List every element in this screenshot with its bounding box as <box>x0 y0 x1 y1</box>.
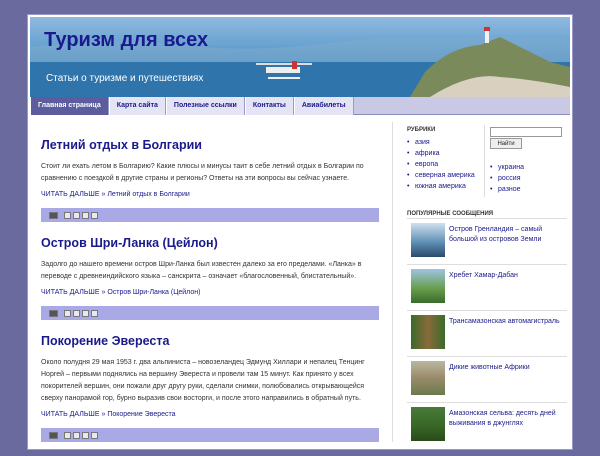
popular-posts-title: ПОПУЛЯРНЫЕ СООБЩЕНИЯ <box>407 211 494 217</box>
read-more-title: Покорение Эвереста <box>107 411 176 418</box>
read-more-title: Летний отдых в Болгарии <box>107 191 190 198</box>
categories-list-left: азия африка европа северная америка южна… <box>407 137 487 192</box>
email-icon[interactable] <box>49 211 58 219</box>
nav-item-home[interactable]: Главная страница <box>30 97 109 115</box>
category-link[interactable]: северная америка <box>407 170 487 181</box>
facebook-share-icon[interactable] <box>82 211 89 219</box>
facebook-share-icon[interactable] <box>82 309 89 317</box>
categories-widget: РУБРИКИ азия африка европа северная амер… <box>407 127 487 192</box>
search-button[interactable]: Найти <box>490 138 522 149</box>
sidebar-column-divider <box>484 125 485 197</box>
email-icon[interactable] <box>49 431 58 439</box>
category-link[interactable]: южная америка <box>407 181 487 192</box>
popular-post-item[interactable]: Амазонская сельва: десять дней выживания… <box>407 402 567 448</box>
popular-post-thumbnail[interactable] <box>411 407 445 441</box>
category-link[interactable]: украина <box>490 162 560 173</box>
pinterest-share-icon[interactable] <box>91 431 98 439</box>
share-bar <box>41 208 379 222</box>
blog-share-icon[interactable] <box>64 309 71 317</box>
site-title[interactable]: Туризм для всех <box>44 29 208 52</box>
read-more-label: ЧИТАТЬ ДАЛЬШЕ » <box>41 289 106 296</box>
category-link[interactable]: азия <box>407 137 487 148</box>
category-link[interactable]: европа <box>407 159 487 170</box>
post-body: Стоит ли ехать летом в Болгарию? Какие п… <box>41 163 364 182</box>
read-more-label: ЧИТАТЬ ДАЛЬШЕ » <box>41 411 106 418</box>
popular-post-item[interactable]: Дикие животные Африки <box>407 356 567 402</box>
popular-post-item[interactable]: Остров Гренландия – самый большой из ост… <box>407 218 567 264</box>
popular-post-thumbnail[interactable] <box>411 223 445 257</box>
categories-list-right: украина россия разное <box>490 162 560 195</box>
read-more-label: ЧИТАТЬ ДАЛЬШЕ » <box>41 191 106 198</box>
post-body: Задолго до нашего времени остров Шри-Лан… <box>41 261 362 280</box>
popular-post-link[interactable]: Трансамазонская автомагистраль <box>449 313 560 356</box>
pinterest-share-icon[interactable] <box>91 211 98 219</box>
post: Летний отдых в Болгарии Стоит ли ехать л… <box>41 138 381 222</box>
nav-item-contacts[interactable]: Контакты <box>244 97 294 115</box>
popular-post-thumbnail[interactable] <box>411 361 445 395</box>
popular-post-link[interactable]: Амазонская сельва: десять дней выживания… <box>449 405 567 448</box>
popular-posts-list: Остров Гренландия – самый большой из ост… <box>407 218 567 448</box>
main-content: Летний отдых в Болгарии Стоит ли ехать л… <box>41 138 381 456</box>
email-icon[interactable] <box>49 309 58 317</box>
read-more-link[interactable]: ЧИТАТЬ ДАЛЬШЕ » Покорение Эвереста <box>41 411 381 418</box>
popular-post-item[interactable]: Трансамазонская автомагистраль <box>407 310 567 356</box>
post-title[interactable]: Покорение Эвереста <box>41 334 381 348</box>
category-link[interactable]: россия <box>490 173 560 184</box>
nav-item-sitemap[interactable]: Карта сайта <box>108 97 166 115</box>
post-body: Около полудня 29 мая 1953 г. два альпини… <box>41 359 365 402</box>
sidebar-divider <box>392 122 393 442</box>
popular-post-thumbnail[interactable] <box>411 315 445 349</box>
post-title[interactable]: Остров Шри-Ланка (Цейлон) <box>41 236 381 250</box>
twitter-share-icon[interactable] <box>73 309 80 317</box>
category-link[interactable]: разное <box>490 184 560 195</box>
share-bar <box>41 306 379 320</box>
nav-item-links[interactable]: Полезные ссылки <box>165 97 245 115</box>
popular-post-thumbnail[interactable] <box>411 269 445 303</box>
blog-share-icon[interactable] <box>64 431 71 439</box>
site-description: Статьи о туризме и путешествиях <box>46 73 204 84</box>
category-link[interactable]: африка <box>407 148 487 159</box>
site-header: Туризм для всех Статьи о туризме и путеш… <box>30 17 570 97</box>
read-more-link[interactable]: ЧИТАТЬ ДАЛЬШЕ » Остров Шри-Ланка (Цейлон… <box>41 289 381 296</box>
popular-post-link[interactable]: Хребет Хамар-Дабан <box>449 267 518 310</box>
categories-title: РУБРИКИ <box>407 127 436 133</box>
twitter-share-icon[interactable] <box>73 431 80 439</box>
twitter-share-icon[interactable] <box>73 211 80 219</box>
search-input[interactable] <box>490 127 562 137</box>
read-more-link[interactable]: ЧИТАТЬ ДАЛЬШЕ » Летний отдых в Болгарии <box>41 191 381 198</box>
nav-item-tickets[interactable]: Авиабилеты <box>293 97 354 115</box>
pinterest-share-icon[interactable] <box>91 309 98 317</box>
blog-share-icon[interactable] <box>64 211 71 219</box>
read-more-title: Остров Шри-Ланка (Цейлон) <box>107 289 201 296</box>
post-title[interactable]: Летний отдых в Болгарии <box>41 138 381 152</box>
popular-post-link[interactable]: Остров Гренландия – самый большой из ост… <box>449 221 567 264</box>
facebook-share-icon[interactable] <box>82 431 89 439</box>
popular-post-link[interactable]: Дикие животные Африки <box>449 359 530 402</box>
main-nav: Главная страница Карта сайта Полезные сс… <box>30 97 570 115</box>
post: Покорение Эвереста Около полудня 29 мая … <box>41 334 381 442</box>
popular-post-item[interactable]: Хребет Хамар-Дабан <box>407 264 567 310</box>
post: Остров Шри-Ланка (Цейлон) Задолго до наш… <box>41 236 381 320</box>
share-bar <box>41 428 379 442</box>
